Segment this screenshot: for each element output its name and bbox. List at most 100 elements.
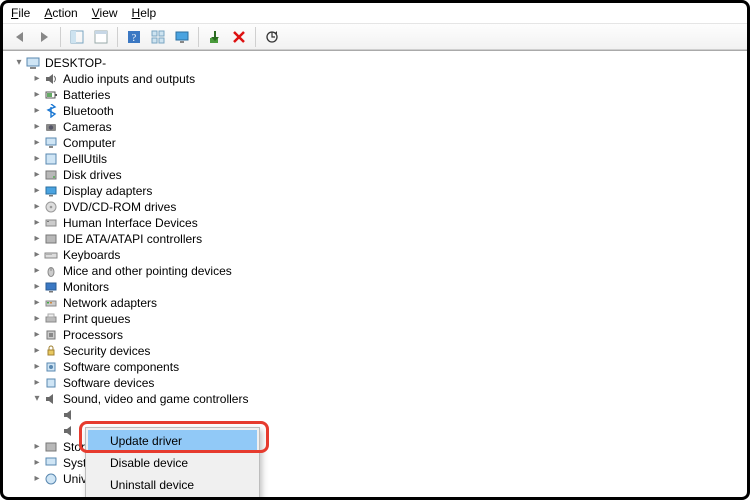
tree-item-label: Bluetooth (63, 103, 114, 119)
tree-item-label: Cameras (63, 119, 112, 135)
monitors-icon (43, 279, 59, 295)
expander-icon[interactable]: ▸ (31, 359, 43, 375)
ide-icon (43, 231, 59, 247)
expander-icon[interactable]: ▾ (13, 55, 25, 71)
back-icon[interactable] (9, 26, 31, 48)
processors-icon (43, 327, 59, 343)
cameras-icon (43, 119, 59, 135)
forward-icon[interactable] (33, 26, 55, 48)
expander-icon[interactable]: ▸ (31, 215, 43, 231)
security-icon (43, 343, 59, 359)
expander-icon[interactable]: ▸ (31, 439, 43, 455)
menubar: File Action View Help (3, 3, 747, 24)
scan-icon[interactable] (261, 26, 283, 48)
network-icon (43, 295, 59, 311)
expander-icon[interactable]: ▸ (31, 279, 43, 295)
tree-item-monitors[interactable]: ▸ Monitors (7, 279, 747, 295)
expander-icon[interactable]: ▸ (31, 167, 43, 183)
expander-icon[interactable]: ▸ (31, 247, 43, 263)
sound-device-icon (61, 407, 77, 423)
update-driver-icon[interactable] (204, 26, 226, 48)
sound-device-icon (61, 423, 77, 439)
tree-item-computer[interactable]: ▸Computer (7, 135, 747, 151)
expander-icon[interactable]: ▸ (31, 135, 43, 151)
tree-item-mice[interactable]: ▸ Mice and other pointing devices (7, 263, 747, 279)
tree-item-disk[interactable]: ▸ Disk drives (7, 167, 747, 183)
sound-icon (43, 391, 59, 407)
ctx-disable-device[interactable]: Disable device (88, 452, 257, 474)
tree-item-label: Processors (63, 327, 123, 343)
expander-icon[interactable]: ▸ (31, 71, 43, 87)
tree-item-batteries[interactable]: ▸ Batteries (7, 87, 747, 103)
tree-root[interactable]: ▾ DESKTOP- (7, 55, 747, 71)
tile-icon[interactable] (147, 26, 169, 48)
tree-item-label: Print queues (63, 311, 130, 327)
tree-item-label: IDE ATA/ATAPI controllers (63, 231, 202, 247)
toolbar: ? (3, 24, 747, 50)
menu-file[interactable]: File (11, 6, 30, 20)
tree-item-processors[interactable]: ▸ Processors (7, 327, 747, 343)
syst-icon (43, 455, 59, 471)
expander-icon[interactable]: ▸ (31, 327, 43, 343)
tree-item-swcomp[interactable]: ▸ Software components (7, 359, 747, 375)
tree-item-display[interactable]: ▸Display adapters (7, 183, 747, 199)
tree-item-cameras[interactable]: ▸ Cameras (7, 119, 747, 135)
tree-item-bluetooth[interactable]: ▸ Bluetooth (7, 103, 747, 119)
tree-item-printq[interactable]: ▸ Print queues (7, 311, 747, 327)
expander-icon[interactable]: ▾ (31, 391, 43, 407)
tree-item-label: Stor (63, 439, 85, 455)
tree-item-dvd[interactable]: ▸DVD/CD-ROM drives (7, 199, 747, 215)
expander-icon[interactable]: ▸ (31, 87, 43, 103)
mice-icon (43, 263, 59, 279)
tree-item-label: Disk drives (63, 167, 122, 183)
expander-icon[interactable]: ▸ (31, 231, 43, 247)
expander-icon[interactable]: ▸ (31, 311, 43, 327)
monitor-icon[interactable] (171, 26, 193, 48)
menu-view[interactable]: View (92, 6, 118, 20)
expander-icon[interactable]: ▸ (31, 183, 43, 199)
toolbar-separator (117, 27, 118, 47)
expander-icon[interactable]: ▸ (31, 199, 43, 215)
tree-item-keyboards[interactable]: ▸Keyboards (7, 247, 747, 263)
tree-item-label: Mice and other pointing devices (63, 263, 232, 279)
expander-icon[interactable]: ▸ (31, 263, 43, 279)
expander-icon[interactable]: ▸ (31, 375, 43, 391)
tree-item-audio[interactable]: ▸Audio inputs and outputs (7, 71, 747, 87)
expander-icon[interactable]: ▸ (31, 455, 43, 471)
tree-item-security[interactable]: ▸ Security devices (7, 343, 747, 359)
tree-item-ide[interactable]: ▸ IDE ATA/ATAPI controllers (7, 231, 747, 247)
tree-item-network[interactable]: ▸Network adapters (7, 295, 747, 311)
menu-help[interactable]: Help (132, 6, 157, 20)
tree-item-label: Batteries (63, 87, 110, 103)
expander-icon[interactable]: ▸ (31, 119, 43, 135)
expander-icon[interactable]: ▸ (31, 151, 43, 167)
expander-icon[interactable]: ▸ (31, 343, 43, 359)
keyboards-icon (43, 247, 59, 263)
tree-child-sound-device[interactable]: · (7, 407, 747, 423)
ctx-uninstall-device[interactable]: Uninstall device (88, 474, 257, 496)
toolbar-separator (198, 27, 199, 47)
show-hide-tree-icon[interactable] (66, 26, 88, 48)
tree-item-swdev[interactable]: ▸Software devices (7, 375, 747, 391)
tree-item-dellutils[interactable]: ▸ DellUtils (7, 151, 747, 167)
help-icon[interactable]: ? (123, 26, 145, 48)
uninstall-icon[interactable] (228, 26, 250, 48)
expander-icon[interactable]: ▸ (31, 471, 43, 487)
computer-icon (25, 55, 41, 71)
tree-item-sound[interactable]: ▾Sound, video and game controllers (7, 391, 747, 407)
display-icon (43, 183, 59, 199)
tree-item-label: DellUtils (63, 151, 107, 167)
tree-item-label: Software components (63, 359, 179, 375)
expander-icon[interactable]: ▸ (31, 103, 43, 119)
tree-item-label: Monitors (63, 279, 109, 295)
swcomp-icon (43, 359, 59, 375)
tree-item-label: Security devices (63, 343, 150, 359)
tree-item-hid[interactable]: ▸Human Interface Devices (7, 215, 747, 231)
menu-action[interactable]: Action (44, 6, 77, 20)
properties-window-icon[interactable] (90, 26, 112, 48)
device-tree: ▾ DESKTOP- ▸Audio inputs and outputs▸Bat… (3, 50, 747, 497)
context-menu: Update driver Disable device Uninstall d… (85, 427, 260, 497)
expander-icon[interactable]: ▸ (31, 295, 43, 311)
ctx-update-driver[interactable]: Update driver (88, 430, 257, 452)
root-label: DESKTOP- (45, 55, 106, 71)
